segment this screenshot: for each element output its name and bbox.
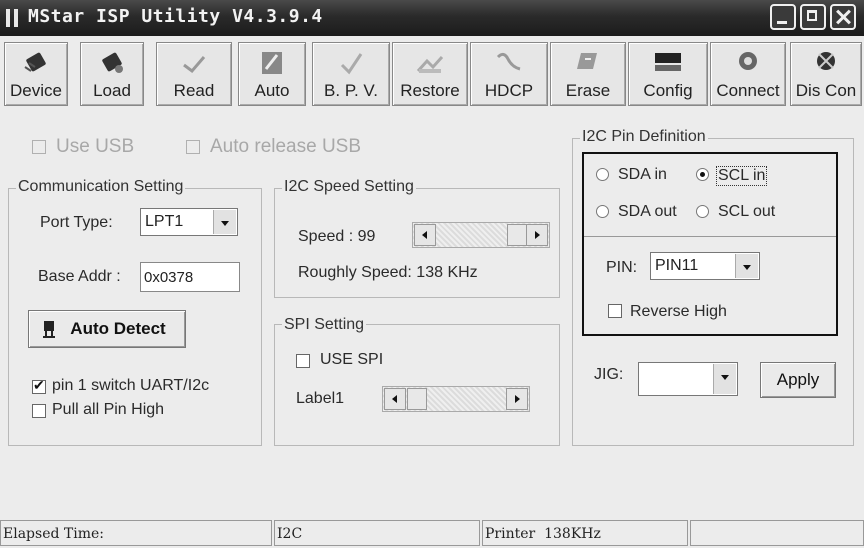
auto-detect-button[interactable]: Auto Detect — [28, 310, 186, 348]
i2c-speed-title: I2C Speed Setting — [282, 178, 416, 196]
roughly-speed-label: Roughly Speed: 138 KHz — [298, 264, 478, 281]
toolbar-load-button[interactable]: Load — [80, 42, 144, 106]
toolbar-auto-button[interactable]: Auto — [238, 42, 306, 106]
bpv-check-icon — [336, 49, 366, 77]
spi-setting-group — [274, 324, 560, 446]
toolbar: Device Load Read Auto B. P. V. Restore H… — [0, 40, 864, 108]
maximize-button[interactable] — [800, 4, 826, 30]
status-bar: Elapsed Time: I2C Printer 138KHz — [0, 518, 864, 548]
pin-label: PIN: — [606, 259, 638, 276]
restore-icon — [415, 49, 445, 77]
auto-release-usb-label: Auto release USB — [210, 136, 362, 157]
pin1-switch-checkbox[interactable] — [32, 377, 46, 394]
close-button[interactable] — [830, 4, 856, 30]
toolbar-restore-button[interactable]: Restore — [392, 42, 468, 106]
scl-in-radio[interactable] — [696, 168, 709, 181]
config-icon — [653, 49, 683, 77]
pin1-switch-label: pin 1 switch UART/I2c — [52, 377, 210, 394]
status-printer: Printer 138KHz — [482, 520, 688, 546]
jig-label: JIG: — [594, 366, 624, 383]
jig-select[interactable] — [638, 362, 738, 396]
sda-in-label: SDA in — [618, 166, 667, 183]
window-title: MStar ISP Utility V4.3.9.4 — [28, 6, 323, 27]
spi-slider-thumb[interactable] — [407, 388, 427, 410]
divider — [584, 236, 836, 237]
scl-in-label: SCL in — [716, 166, 768, 186]
spi-slider[interactable] — [382, 386, 530, 412]
speed-slider-thumb[interactable] — [507, 224, 527, 246]
sda-in-radio[interactable] — [596, 168, 609, 181]
scroll-left-icon[interactable] — [414, 224, 436, 246]
pull-all-pin-high-label: Pull all Pin High — [52, 401, 165, 418]
scroll-left-icon[interactable] — [384, 388, 406, 410]
title-bar: MStar ISP Utility V4.3.9.4 — [0, 0, 864, 36]
auto-release-usb-checkbox[interactable] — [186, 140, 200, 154]
read-icon — [179, 49, 209, 77]
toolbar-erase-button[interactable]: Erase — [550, 42, 626, 106]
apply-button[interactable]: Apply — [760, 362, 836, 398]
use-spi-checkbox[interactable] — [296, 354, 310, 368]
toolbar-connect-button[interactable]: Connect — [710, 42, 786, 106]
status-elapsed-time: Elapsed Time: — [0, 520, 272, 546]
spi-setting-title: SPI Setting — [282, 316, 367, 334]
speed-slider[interactable] — [412, 222, 550, 248]
toolbar-bpv-button[interactable]: B. P. V. — [312, 42, 390, 106]
pin-value: PIN11 — [655, 257, 699, 274]
auto-icon — [257, 49, 287, 77]
status-bus: I2C — [274, 520, 480, 546]
toolbar-disconnect-button[interactable]: Dis Con — [790, 42, 862, 106]
chevron-down-icon[interactable] — [713, 364, 736, 394]
hdcp-icon — [494, 49, 524, 77]
pull-all-pin-high-checkbox[interactable] — [32, 404, 46, 418]
sda-out-label: SDA out — [618, 203, 677, 220]
scl-out-radio[interactable] — [696, 205, 709, 218]
port-type-label: Port Type: — [40, 214, 113, 231]
scroll-right-icon[interactable] — [506, 388, 528, 410]
device-chip-icon — [21, 49, 51, 77]
load-chip-icon — [97, 49, 127, 77]
toolbar-device-button[interactable]: Device — [4, 42, 68, 106]
use-usb-checkbox[interactable] — [32, 140, 46, 154]
pin-select[interactable]: PIN11 — [650, 252, 760, 280]
status-extra — [690, 520, 864, 546]
toolbar-config-button[interactable]: Config — [628, 42, 708, 106]
chevron-down-icon[interactable] — [213, 210, 236, 234]
scl-out-label: SCL out — [718, 203, 776, 220]
communication-setting-title: Communication Setting — [16, 178, 186, 196]
disconnect-icon — [811, 49, 841, 77]
i2c-pin-definition-title: I2C Pin Definition — [580, 128, 708, 146]
port-type-select[interactable]: LPT1 — [140, 208, 238, 236]
toolbar-hdcp-button[interactable]: HDCP — [470, 42, 548, 106]
sda-out-radio[interactable] — [596, 205, 609, 218]
minimize-button[interactable] — [770, 4, 796, 30]
use-usb-label: Use USB — [56, 136, 135, 157]
use-spi-label: USE SPI — [320, 351, 384, 368]
app-icon — [4, 7, 24, 29]
connect-icon — [733, 49, 763, 77]
chevron-down-icon[interactable] — [735, 254, 758, 278]
port-type-value: LPT1 — [145, 213, 184, 230]
main-window: MStar ISP Utility V4.3.9.4 Device Load R… — [0, 0, 864, 548]
speed-label: Speed : 99 — [298, 228, 376, 245]
spi-label1: Label1 — [296, 390, 345, 407]
base-addr-label: Base Addr : — [38, 268, 121, 285]
erase-icon — [573, 49, 603, 77]
base-addr-input[interactable]: 0x0378 — [140, 262, 240, 292]
scroll-right-icon[interactable] — [526, 224, 548, 246]
reverse-high-checkbox[interactable] — [608, 304, 622, 318]
reverse-high-label: Reverse High — [630, 303, 727, 320]
toolbar-read-button[interactable]: Read — [156, 42, 232, 106]
